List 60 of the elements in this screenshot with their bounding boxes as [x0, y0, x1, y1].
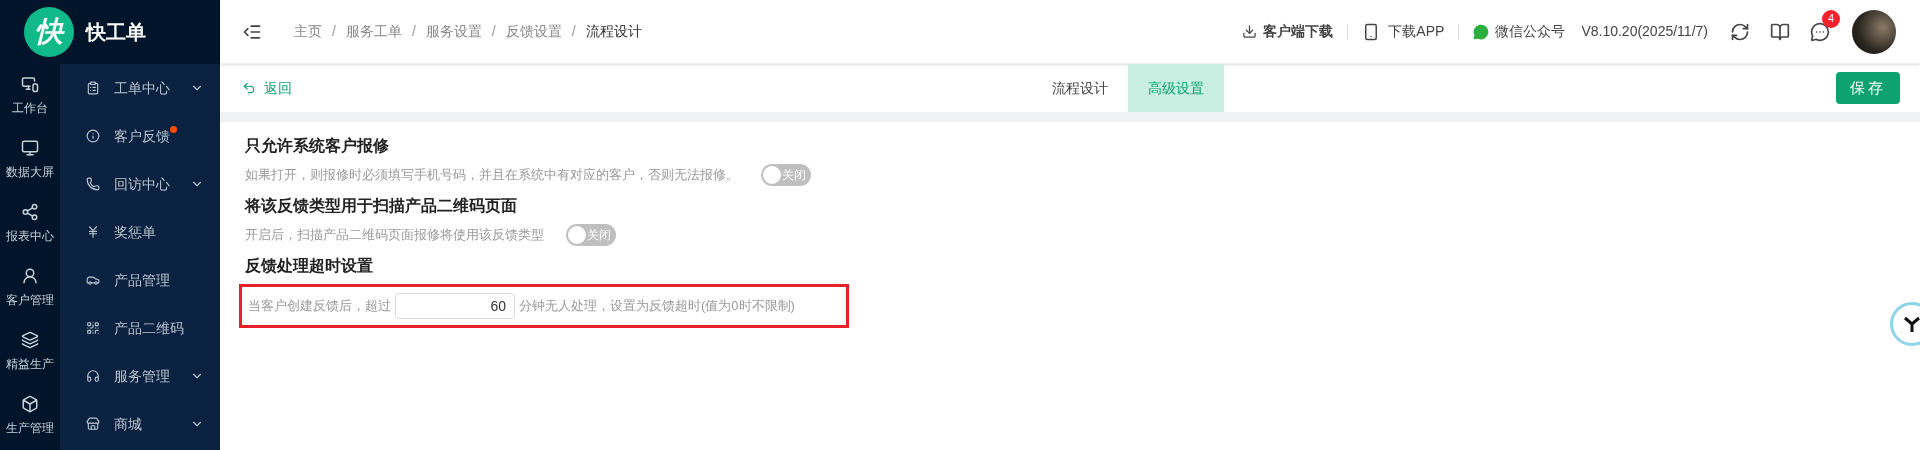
- layers-icon: [21, 331, 39, 349]
- car-icon: [86, 273, 100, 287]
- breadcrumb-separator: /: [571, 22, 576, 41]
- menu-item[interactable]: 产品二维码: [60, 304, 220, 352]
- person-icon: [21, 267, 39, 285]
- menu-item[interactable]: 工单中心: [60, 64, 220, 112]
- breadcrumb-item[interactable]: 服务工单: [345, 21, 402, 42]
- message-icon[interactable]: [1810, 21, 1830, 42]
- y-logo-icon: [1902, 314, 1920, 334]
- logo-mark: 快: [24, 7, 74, 57]
- avatar[interactable]: [1852, 9, 1896, 54]
- book-icon[interactable]: [1770, 21, 1790, 42]
- menu-item[interactable]: 商城: [60, 400, 220, 448]
- breadcrumb-separator: /: [332, 22, 336, 41]
- wechat-link[interactable]: 微信公众号: [1495, 21, 1566, 42]
- menu-item[interactable]: 客户反馈: [60, 112, 220, 160]
- monitor-phone-icon: [21, 75, 39, 93]
- qr-code-icon: [86, 321, 100, 335]
- return-icon: [242, 81, 256, 95]
- breadcrumb-item[interactable]: 流程设计: [585, 21, 642, 42]
- sync-icon[interactable]: [1730, 21, 1750, 42]
- app-name: 快工单: [86, 20, 146, 45]
- breadcrumb-separator: /: [411, 22, 416, 41]
- breadcrumb-separator: /: [491, 22, 496, 41]
- rail-item[interactable]: 数据大屏: [0, 128, 60, 192]
- menu-item[interactable]: 回访中心: [60, 160, 220, 208]
- breadcrumb-item[interactable]: 服务设置: [425, 21, 482, 42]
- app-download-link[interactable]: 下载APP: [1388, 21, 1445, 42]
- client-download-link[interactable]: 客户端下载: [1263, 21, 1334, 42]
- monitor-icon: [21, 139, 39, 157]
- headset-icon: [86, 369, 100, 383]
- share-nodes-icon: [21, 203, 39, 221]
- tab[interactable]: 流程设计: [1032, 64, 1128, 112]
- timeout-suffix: 分钟无人处理，设置为反馈超时(值为0时不限制): [519, 297, 795, 316]
- setting-title: 反馈处理超时设置: [245, 256, 374, 276]
- menu-item[interactable]: 奖惩单: [60, 208, 220, 256]
- setting-description: 开启后，扫描产品二维码页面报修将使用该反馈类型: [245, 226, 544, 245]
- menu-item[interactable]: 服务管理: [60, 352, 220, 400]
- download-icon: [1242, 24, 1258, 39]
- message-count-badge: 4: [1822, 9, 1840, 28]
- info-icon: [86, 129, 100, 143]
- yen-icon: [86, 225, 100, 239]
- rail-item[interactable]: 精益生产: [0, 320, 60, 384]
- setting-title: 只允许系统客户报修: [245, 136, 390, 156]
- setting-description: 如果打开，则报修时必须填写手机号码，并且在系统中有对应的客户，否则无法报修。: [245, 166, 739, 185]
- rail-item[interactable]: 工作台: [0, 64, 60, 128]
- setting-title: 将该反馈类型用于扫描产品二维码页面: [245, 196, 518, 216]
- store-icon: [86, 417, 100, 431]
- timeout-prefix: 当客户创建反馈后，超过: [248, 297, 391, 316]
- cube-icon: [21, 395, 39, 413]
- version-text: V8.10.20(2025/11/7): [1581, 22, 1708, 41]
- menu-item[interactable]: 产品管理: [60, 256, 220, 304]
- rail-item[interactable]: 报表中心: [0, 192, 60, 256]
- breadcrumb-item[interactable]: 反馈设置: [505, 21, 562, 42]
- breadcrumb-item[interactable]: 主页: [294, 21, 322, 42]
- phone-icon: [86, 177, 100, 191]
- rail-item[interactable]: 客户管理: [0, 256, 60, 320]
- rail-item[interactable]: 生产管理: [0, 384, 60, 448]
- clipboard-icon: [86, 81, 100, 95]
- minutes-field[interactable]: 60: [395, 293, 515, 319]
